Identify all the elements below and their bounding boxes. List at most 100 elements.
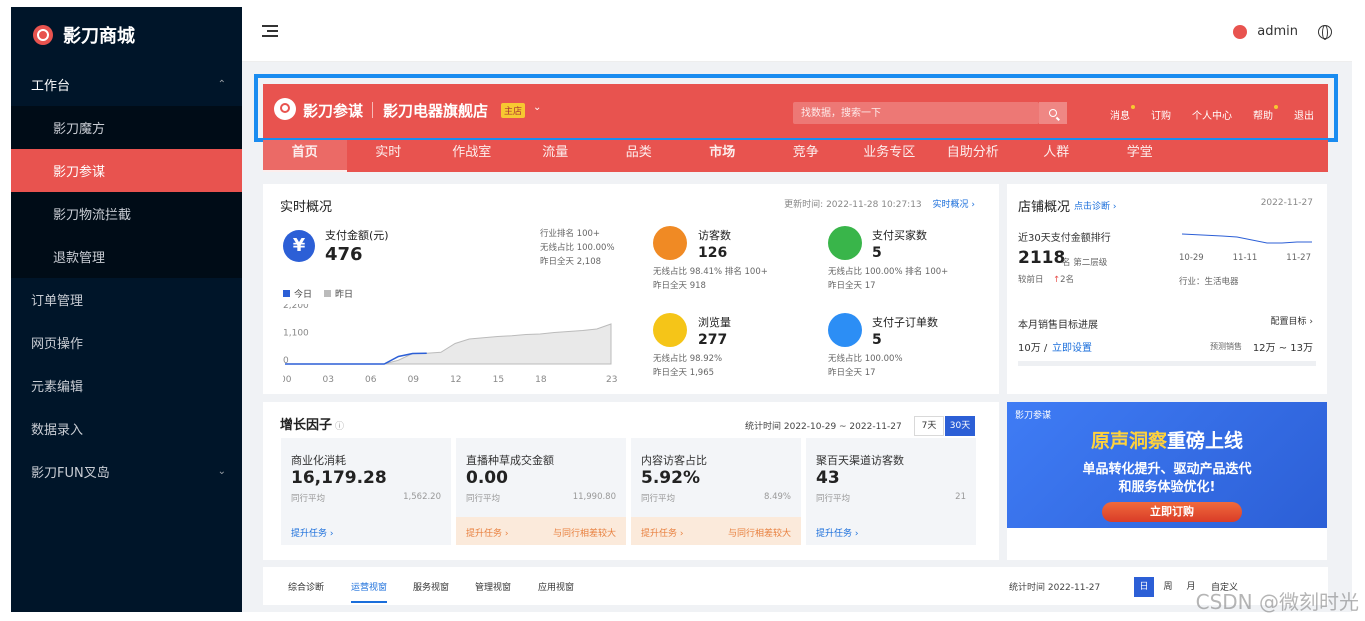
x-tick-label: 03 — [323, 375, 334, 384]
sidebar-item-label: 工作台 — [31, 79, 71, 94]
tab-application[interactable]: 应用视窗 — [538, 580, 574, 593]
diagnose-link[interactable]: 点击诊断 › — [1074, 199, 1116, 212]
tab-category[interactable]: 品类 — [597, 140, 681, 172]
main-tabs: 首页 实时 作战室 流量 品类 市场 竞争 业务专区 自助分析 人群 学堂 — [263, 140, 1328, 172]
improve-task-label: 提升任务 › — [466, 529, 509, 539]
subscribe-now-button[interactable]: 立即订购 — [1102, 502, 1242, 522]
improve-task-label: 提升任务 › — [816, 529, 859, 539]
pageviews-value: 277 — [698, 332, 728, 348]
sidebar-item-data[interactable]: 数据录入 — [11, 407, 242, 450]
goal-progress-bar — [1018, 361, 1316, 366]
period-week-button[interactable]: 周 — [1158, 577, 1178, 597]
improve-task-link[interactable]: 提升任务 › 与同行相差较大 — [456, 517, 626, 545]
tab-competition[interactable]: 竞争 — [764, 140, 848, 172]
promo-brand: 影刀参谋 — [1015, 411, 1052, 421]
watermark: CSDN @微刻时光 — [1195, 590, 1359, 614]
sidebar-item-refund[interactable]: 退款管理 — [11, 235, 242, 278]
peer-avg-value: 1,562.20 — [403, 492, 441, 502]
legend-yesterday[interactable]: 昨日 — [324, 287, 353, 300]
peer-avg-label: 同行平均 — [291, 494, 326, 504]
promo-title-rest: 重磅上线 — [1167, 430, 1244, 452]
chevron-down-icon: ⌄ — [217, 466, 226, 477]
menu-fold-icon[interactable] — [262, 25, 278, 39]
chart-legend: 今日 昨日 — [283, 287, 353, 300]
sidebar-item-label: 影刀参谋 — [53, 165, 106, 180]
overview-link[interactable]: 实时概况 › — [933, 200, 975, 210]
growth-title: 增长因子 — [280, 418, 333, 433]
sidebar-item-web[interactable]: 网页操作 — [11, 321, 242, 364]
username[interactable]: admin — [1257, 24, 1298, 39]
visitors-value: 126 — [698, 245, 728, 261]
tab-management[interactable]: 管理视窗 — [475, 580, 511, 593]
order-icon — [828, 313, 862, 347]
sidebar-item-label: 影刀FUN叉岛 — [31, 466, 110, 481]
sidebar-item-workbench[interactable]: 工作台 ⌃ — [11, 63, 242, 106]
set-goal-link[interactable]: 立即设置 — [1052, 339, 1092, 354]
improve-task-link[interactable]: 提升任务 › — [806, 517, 976, 545]
x-tick-label: 06 — [365, 375, 377, 384]
visitors-label: 访客数 — [698, 229, 731, 242]
globe-icon[interactable] — [1318, 24, 1332, 40]
promo-background: 影刀参谋 原声洞察重磅上线 单品转化提升、驱动产品迭代 和服务体验优化! 立即订… — [1007, 402, 1327, 528]
sidebar-item-fun[interactable]: 影刀FUN叉岛 ⌄ — [11, 450, 242, 493]
tab-operations[interactable]: 运营视窗 — [351, 580, 388, 603]
growth-box-label: 聚百天渠道访客数 — [816, 454, 904, 467]
sidebar-item-logistics[interactable]: 影刀物流拦截 — [11, 192, 242, 235]
goal-title: 本月销售目标进展 — [1018, 320, 1098, 331]
highlight-frame — [254, 74, 1338, 142]
rank-value: 2118 — [1018, 248, 1066, 268]
stat-line: 无线占比 98.41% 排名 100+ — [653, 267, 768, 277]
suborders-stats: 无线占比 100.00% 昨日全天 17 — [828, 352, 903, 380]
stat-line: 昨日全天 17 — [828, 281, 876, 291]
improve-task-link[interactable]: 提升任务 › 与同行相差较大 — [631, 517, 801, 545]
sparkline-dates: 10-29 11-11 11-27 — [1179, 253, 1311, 263]
tab-business[interactable]: 业务专区 — [848, 140, 932, 172]
pay-amount-value: 476 — [325, 244, 363, 265]
tab-diagnosis[interactable]: 综合诊断 — [288, 580, 324, 593]
growth-box-label: 内容访客占比 — [641, 454, 707, 467]
sidebar-item-label: 数据录入 — [31, 423, 84, 438]
sidebar-item-canmou[interactable]: 影刀参谋 — [11, 149, 242, 192]
promo-banner[interactable]: 影刀参谋 原声洞察重磅上线 单品转化提升、驱动产品迭代 和服务体验优化! 立即订… — [1007, 402, 1327, 560]
stat-line: 昨日全天 1,965 — [653, 368, 715, 378]
sidebar-item-mofang[interactable]: 影刀魔方 — [11, 106, 242, 149]
tab-self-analysis[interactable]: 自助分析 — [931, 140, 1015, 172]
sidebar-item-label: 影刀物流拦截 — [53, 208, 132, 223]
view-tab-bar: 综合诊断 运营视窗 服务视窗 管理视窗 应用视窗 统计时间 2022-11-27… — [263, 567, 1328, 605]
sidebar-item-orders[interactable]: 订单管理 — [11, 278, 242, 321]
growth-box-value: 5.92% — [641, 468, 700, 488]
brand[interactable]: 影刀商城 — [11, 7, 242, 63]
tab-academy[interactable]: 学堂 — [1098, 140, 1182, 172]
info-icon: ⓘ — [335, 422, 345, 432]
tab-warroom[interactable]: 作战室 — [430, 140, 514, 172]
tab-market[interactable]: 市场 — [681, 140, 765, 172]
range-7-button[interactable]: 7天 — [914, 416, 944, 436]
tab-crowd[interactable]: 人群 — [1015, 140, 1099, 172]
tab-realtime[interactable]: 实时 — [347, 140, 431, 172]
growth-period: 统计时间 2022-10-29 ~ 2022-11-27 — [745, 422, 902, 432]
x-tick-label: 12 — [450, 375, 461, 384]
range-30-button[interactable]: 30天 — [945, 416, 975, 436]
period-day-button[interactable]: 日 — [1134, 577, 1154, 597]
buyers-label: 支付买家数 — [872, 229, 927, 242]
tab-home[interactable]: 首页 — [263, 140, 347, 172]
y-tick-label: 1,100 — [283, 329, 309, 339]
tab-traffic[interactable]: 流量 — [514, 140, 598, 172]
user-area[interactable]: admin — [1233, 24, 1332, 40]
suborders-label: 支付子订单数 — [872, 316, 938, 329]
legend-today[interactable]: 今日 — [283, 287, 312, 300]
growth-box: 直播种草成交金额 0.00 同行平均 11,990.80 提升任务 › 与同行相差… — [456, 438, 626, 545]
buyers-value: 5 — [872, 245, 882, 261]
improve-task-link[interactable]: 提升任务 › — [281, 517, 451, 545]
config-goal-link[interactable]: 配置目标 › — [1271, 314, 1313, 327]
tab-service[interactable]: 服务视窗 — [413, 580, 449, 593]
growth-factor-card: 增长因子 ⓘ 统计时间 2022-10-29 ~ 2022-11-27 7天 3… — [263, 402, 999, 560]
series-yesterday-area — [285, 323, 612, 365]
suborders-value: 5 — [872, 332, 882, 348]
peer-gap-note: 与同行相差较大 — [552, 529, 616, 539]
footprint-icon — [653, 226, 687, 260]
sidebar-item-element[interactable]: 元素编辑 — [11, 364, 242, 407]
legend-label: 昨日 — [335, 290, 354, 300]
peer-gap-note: 与同行相差较大 — [727, 529, 791, 539]
peer-avg-label: 同行平均 — [816, 494, 851, 504]
